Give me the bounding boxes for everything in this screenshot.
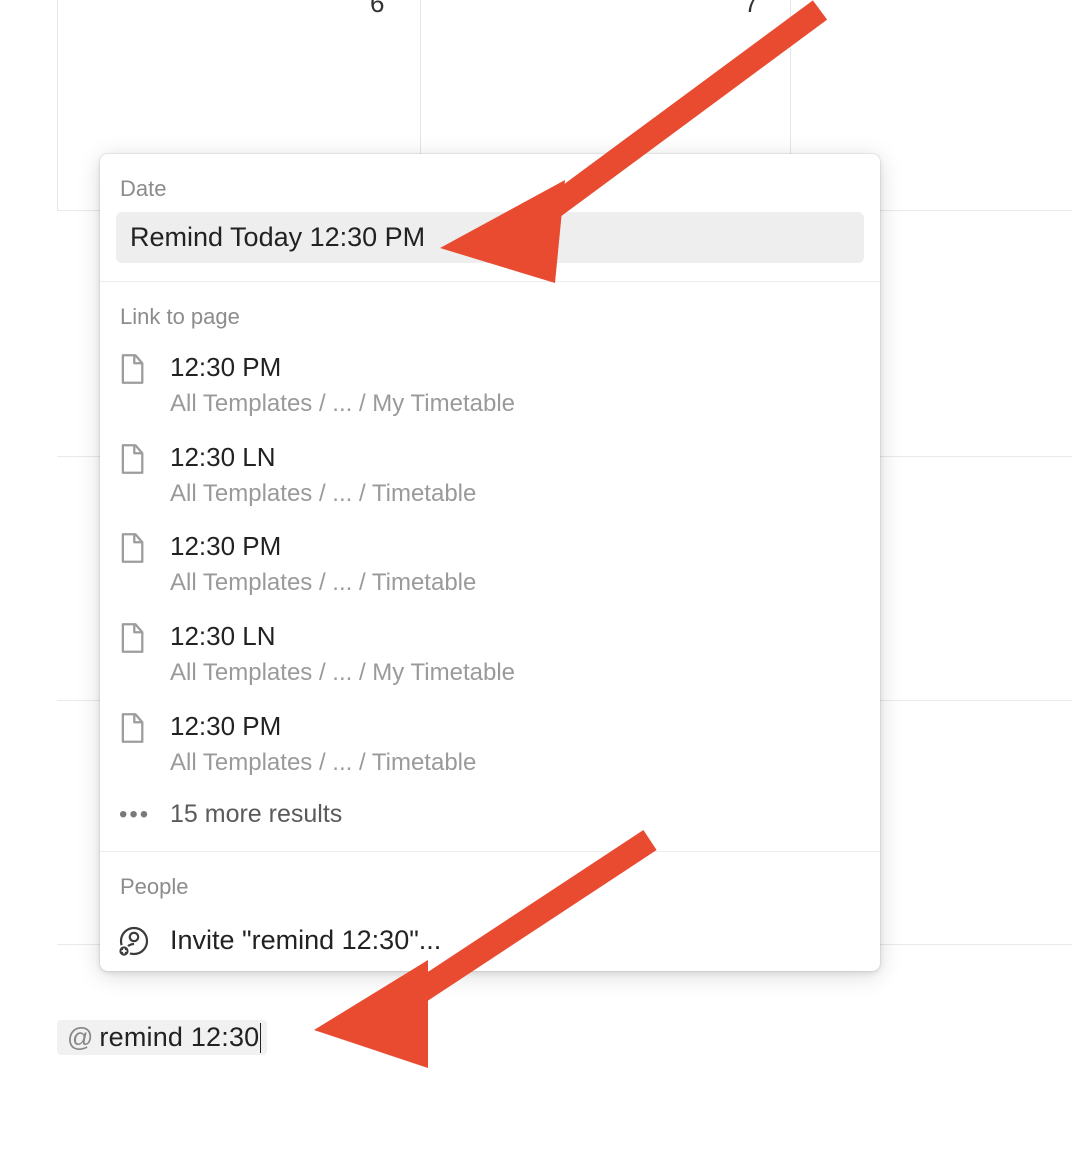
page-item[interactable]: 12:30 PM All Templates / ... / Timetable [116,519,864,609]
invite-person[interactable]: Invite "remind 12:30"... [116,910,864,961]
page-title: 12:30 LN [170,619,862,654]
date-section: Date Remind Today 12:30 PM [100,154,880,281]
page-icon [118,440,170,475]
more-results-text: 15 more results [170,800,342,829]
page-item[interactable]: 12:30 PM All Templates / ... / Timetable [116,699,864,789]
mention-value: remind 12:30 [99,1022,259,1053]
add-person-icon [118,924,170,957]
page-path: All Templates / ... / My Timetable [170,387,862,421]
page-icon [118,709,170,744]
ellipsis-icon: ••• [118,801,170,829]
date-section-label: Date [116,168,864,212]
page-path: All Templates / ... / Timetable [170,746,862,780]
calendar-date: 6 [370,0,384,19]
page-path: All Templates / ... / Timetable [170,566,862,600]
remind-today-text: Remind Today 12:30 PM [130,222,425,253]
page-path: All Templates / ... / My Timetable [170,656,862,690]
page-title: 12:30 PM [170,709,862,744]
remind-today-option[interactable]: Remind Today 12:30 PM [116,212,864,263]
page-title: 12:30 PM [170,529,862,564]
page-title: 12:30 LN [170,440,862,475]
text-cursor [260,1023,261,1053]
invite-text: Invite "remind 12:30"... [170,925,441,956]
page-item[interactable]: 12:30 LN All Templates / ... / My Timeta… [116,609,864,699]
page-icon [118,529,170,564]
people-section-label: People [116,866,864,910]
page-item[interactable]: 12:30 PM All Templates / ... / My Timeta… [116,340,864,430]
mention-popup: Date Remind Today 12:30 PM Link to page … [100,154,880,971]
at-symbol: @ [67,1022,93,1053]
link-to-page-section: Link to page 12:30 PM All Templates / ..… [100,282,880,851]
page-path: All Templates / ... / Timetable [170,477,862,511]
mention-input[interactable]: @ remind 12:30 [57,1020,267,1055]
people-section: People Invite "remind 12:30"... [100,852,880,971]
page-title: 12:30 PM [170,350,862,385]
page-icon [118,619,170,654]
page-list: 12:30 PM All Templates / ... / My Timeta… [116,340,864,833]
page-item[interactable]: 12:30 LN All Templates / ... / Timetable [116,430,864,520]
page-icon [118,350,170,385]
calendar-gridline [57,0,58,210]
link-to-page-label: Link to page [116,296,864,340]
more-results[interactable]: ••• 15 more results [116,788,864,833]
calendar-date: 7 [744,0,758,19]
